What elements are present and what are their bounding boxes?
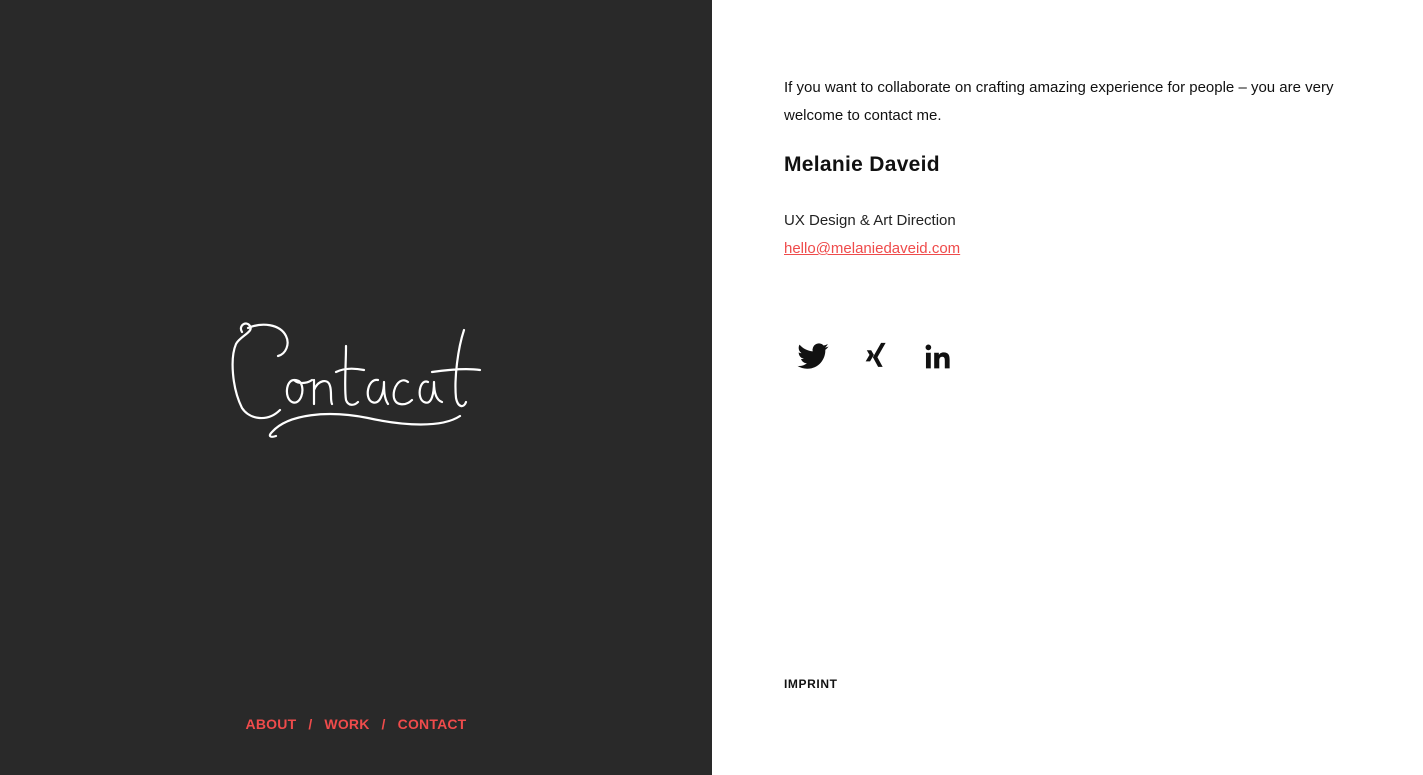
main-nav: ABOUT / WORK / CONTACT xyxy=(0,716,712,732)
email-link[interactable]: hello@melaniedaveid.com xyxy=(784,236,960,262)
contact-script-title xyxy=(228,318,484,442)
nav-contact-link[interactable]: CONTACT xyxy=(398,716,467,732)
xing-link[interactable] xyxy=(859,340,922,376)
nav-separator: / xyxy=(381,716,386,732)
twitter-link[interactable] xyxy=(796,340,859,376)
nav-about-link[interactable]: ABOUT xyxy=(246,716,297,732)
linkedin-link[interactable] xyxy=(922,340,985,376)
page: ABOUT / WORK / CONTACT If you want to collab… xyxy=(0,0,1423,775)
linkedin-icon xyxy=(925,344,950,369)
hero-panel: ABOUT / WORK / CONTACT xyxy=(0,0,712,775)
social-links xyxy=(796,340,985,376)
twitter-icon xyxy=(797,343,829,369)
contact-intro-text: If you want to collaborate on crafting a… xyxy=(784,79,1334,124)
contact-name: Melanie Daveid xyxy=(784,153,940,176)
contact-role: UX Design & Art Direction xyxy=(784,212,956,229)
imprint-link[interactable]: IMPRINT xyxy=(784,677,838,691)
contact-panel: If you want to collaborate on crafting a… xyxy=(712,0,1423,775)
contact-lettering-icon xyxy=(231,322,482,438)
nav-separator: / xyxy=(308,716,313,732)
nav-work-link[interactable]: WORK xyxy=(324,716,369,732)
xing-icon xyxy=(865,342,886,367)
